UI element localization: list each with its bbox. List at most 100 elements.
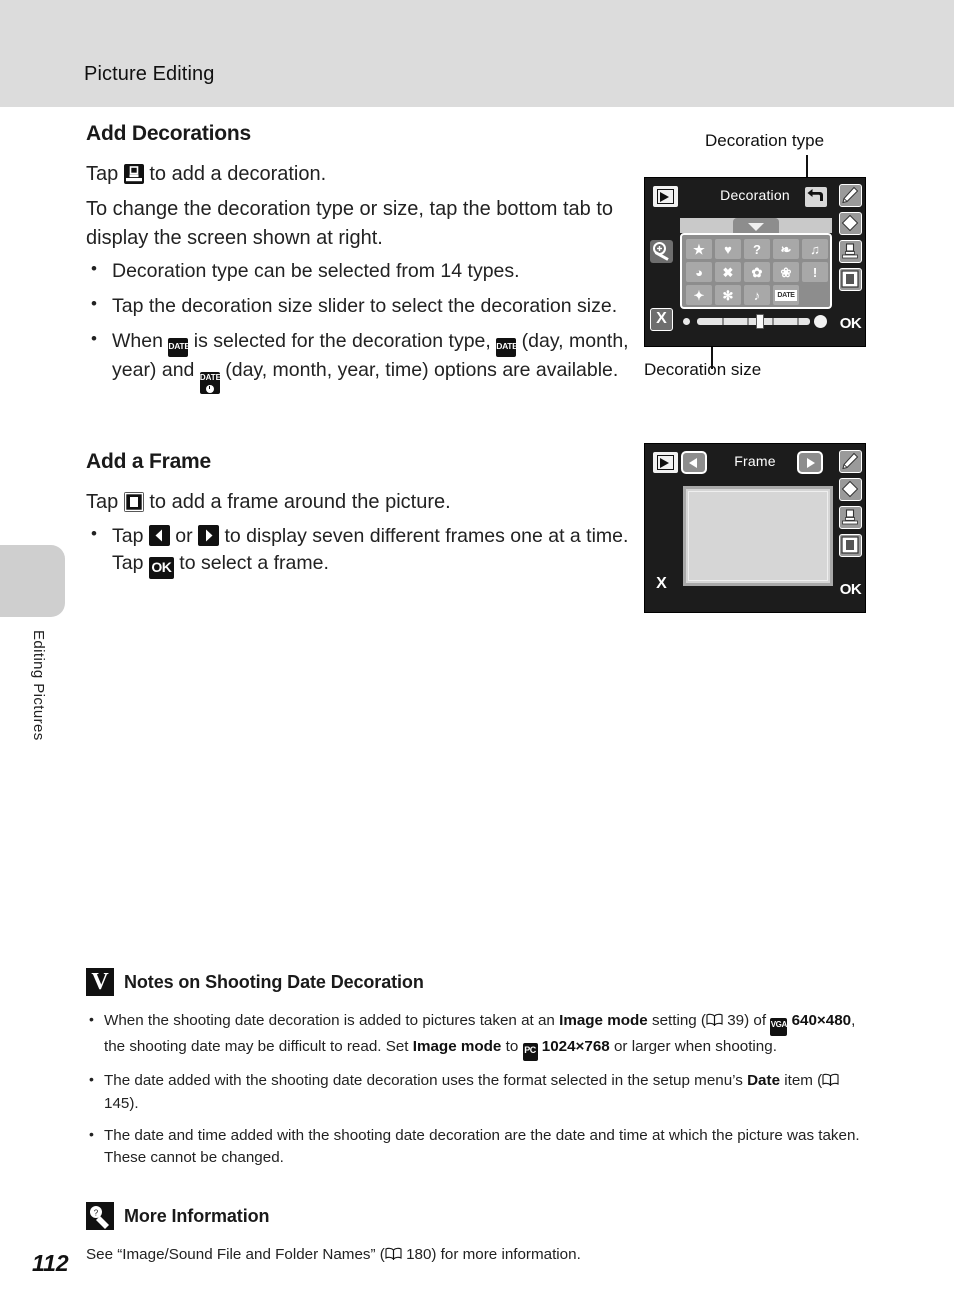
frame-icon[interactable] xyxy=(839,268,862,291)
book-reference-icon xyxy=(706,1011,723,1027)
more-info-ref: 180 xyxy=(406,1246,432,1263)
caution-0-b2: 640×480 xyxy=(791,1012,852,1029)
frame-screen: Frame X OK xyxy=(644,443,866,613)
vga-image-mode-icon: VGA xyxy=(770,1018,788,1036)
more-info-post: ) for more information. xyxy=(431,1246,581,1263)
more-info-pre: See “Image/Sound File and Folder Names” … xyxy=(86,1246,385,1263)
undo-icon[interactable] xyxy=(805,187,827,207)
decoration-screen: Decoration X ★ ♥ ? ❧ ♫ ◕ ✖ ✿ ❀ ! ✦ ✻ ♪ D… xyxy=(644,177,866,347)
tap-word: Tap xyxy=(86,163,119,185)
decorations-line2: To change the decoration type or size, t… xyxy=(86,197,614,249)
more-info-body: See “Image/Sound File and Folder Names” … xyxy=(86,1244,876,1267)
decoration-cell-star[interactable]: ★ xyxy=(686,239,712,259)
more-info-header: ? More Information xyxy=(86,1202,876,1230)
decoration-screen-rail: OK xyxy=(836,178,865,346)
decoration-cell-headphones[interactable]: ♫ xyxy=(802,239,828,259)
caution-item-date-time: The date and time added with the shootin… xyxy=(86,1124,876,1171)
frame-screen-titlebar: Frame xyxy=(645,444,865,480)
decoration-cell-exclamation[interactable]: ! xyxy=(802,262,828,282)
decoration-cell-flower[interactable]: ✻ xyxy=(715,285,741,305)
slider-tick xyxy=(722,318,724,325)
decoration-cell-empty xyxy=(802,285,828,305)
page-title: Picture Editing xyxy=(84,63,215,85)
ok-icon: OK xyxy=(148,557,174,580)
slider-tick xyxy=(747,318,749,325)
slider-max-dot xyxy=(814,315,827,328)
page-number: 112 xyxy=(32,1250,69,1276)
ok-button[interactable]: OK xyxy=(838,313,863,334)
caution-note-header: Notes on Shooting Date Decoration xyxy=(86,968,876,996)
heading-add-a-frame: Add a Frame xyxy=(86,449,211,473)
slider-track[interactable] xyxy=(697,318,810,325)
slider-tick xyxy=(772,318,774,325)
pc-image-mode-icon: PC xyxy=(522,1043,538,1061)
right-arrow-icon xyxy=(198,524,220,546)
bullet-date-options: When DATE is selected for the decoration… xyxy=(86,327,631,394)
slider-tick xyxy=(797,318,799,325)
decorations-intro-line: Tap to add a decoration. xyxy=(86,160,631,189)
left-arrow-icon xyxy=(148,524,170,546)
frame-screen-rail: OK xyxy=(836,444,865,612)
decoration-size-slider[interactable] xyxy=(680,311,832,333)
decoration-cell-music-note[interactable]: ♪ xyxy=(744,285,770,305)
caution-0-p3: ) of xyxy=(744,1012,767,1029)
main-content: Add Decorations Tap to add a decoration.… xyxy=(86,122,631,586)
decoration-cell-flower-gear[interactable]: ✿ xyxy=(744,262,770,282)
heading-add-decorations: Add Decorations xyxy=(86,122,252,145)
decoration-cell-sparkle[interactable]: ✦ xyxy=(686,285,712,305)
decoration-cell-drop[interactable]: ◕ xyxy=(686,262,712,282)
caution-0-p1: When the shooting date decoration is add… xyxy=(104,1012,555,1029)
frame-preview[interactable] xyxy=(683,486,833,586)
stamp-icon[interactable] xyxy=(839,506,862,529)
ok-button[interactable]: OK xyxy=(838,579,863,600)
pencil-icon[interactable] xyxy=(839,450,862,473)
decoration-cell-butterfly[interactable]: ✖ xyxy=(715,262,741,282)
bullet-date-pre: When xyxy=(112,329,163,352)
date-icon: DATE xyxy=(168,337,190,357)
decoration-screen-title: Decoration xyxy=(720,187,790,203)
caution-0-ref1: 39 xyxy=(727,1012,745,1029)
date-icon: DATE xyxy=(496,337,518,357)
book-reference-icon xyxy=(822,1071,839,1087)
frame-icon[interactable] xyxy=(839,534,862,557)
decoration-type-grid[interactable]: ★ ♥ ? ❧ ♫ ◕ ✖ ✿ ❀ ! ✦ ✻ ♪ DATE xyxy=(680,233,832,309)
pencil-icon[interactable] xyxy=(839,184,862,207)
caution-0-p2: setting ( xyxy=(651,1012,706,1029)
decoration-cell-ribbon[interactable]: ❀ xyxy=(773,262,799,282)
caution-1-ref1: 145 xyxy=(104,1094,130,1112)
slider-handle[interactable] xyxy=(756,314,764,329)
caution-icon xyxy=(86,968,114,996)
cancel-button[interactable]: X xyxy=(650,308,673,331)
magnifier-icon[interactable] xyxy=(650,240,673,263)
cancel-button[interactable]: X xyxy=(650,574,673,597)
caution-item-image-mode: When the shooting date decoration is add… xyxy=(86,1009,876,1061)
caution-1-p1: The date added with the shooting date de… xyxy=(104,1072,743,1089)
next-frame-button[interactable] xyxy=(797,451,823,474)
chapter-tab-marker xyxy=(0,545,65,617)
previous-frame-button[interactable] xyxy=(681,451,707,474)
chapter-tab-label: Editing Pictures xyxy=(30,630,47,741)
caution-0-b4: 1024×768 xyxy=(541,1038,610,1055)
frame-tap-word: Tap xyxy=(86,490,119,513)
decoration-cell-heart[interactable]: ♥ xyxy=(715,239,741,259)
frame-bullet-list: Tap or to display seven different frames… xyxy=(86,522,631,580)
caution-item-date-format: The date added with the shooting date de… xyxy=(86,1069,876,1116)
more-info-block: ? More Information See “Image/Sound File… xyxy=(86,1202,876,1267)
stamp-icon[interactable] xyxy=(839,240,862,263)
date-time-icon: DATE xyxy=(199,371,221,394)
frame-bullet-or: or xyxy=(175,524,193,547)
decoration-cell-date[interactable]: DATE xyxy=(773,285,799,305)
caution-note-block: Notes on Shooting Date Decoration When t… xyxy=(86,968,876,1179)
eraser-icon[interactable] xyxy=(839,212,862,235)
bullet-frame-nav: Tap or to display seven different frames… xyxy=(86,522,631,580)
caution-1-p3: ). xyxy=(129,1094,139,1112)
eraser-icon[interactable] xyxy=(839,478,862,501)
decoration-screen-titlebar: Decoration xyxy=(645,178,865,214)
decoration-cell-question[interactable]: ? xyxy=(744,239,770,259)
bullet-decoration-types: Decoration type can be selected from 14 … xyxy=(86,257,631,286)
caution-0-p5: to xyxy=(505,1038,519,1055)
callout-decoration-size: Decoration size xyxy=(644,360,762,379)
decoration-cell-leaf[interactable]: ❧ xyxy=(773,239,799,259)
bullet-date-post: (day, month, year, time) options are ava… xyxy=(225,358,619,381)
caution-note-title: Notes on Shooting Date Decoration xyxy=(124,971,424,992)
